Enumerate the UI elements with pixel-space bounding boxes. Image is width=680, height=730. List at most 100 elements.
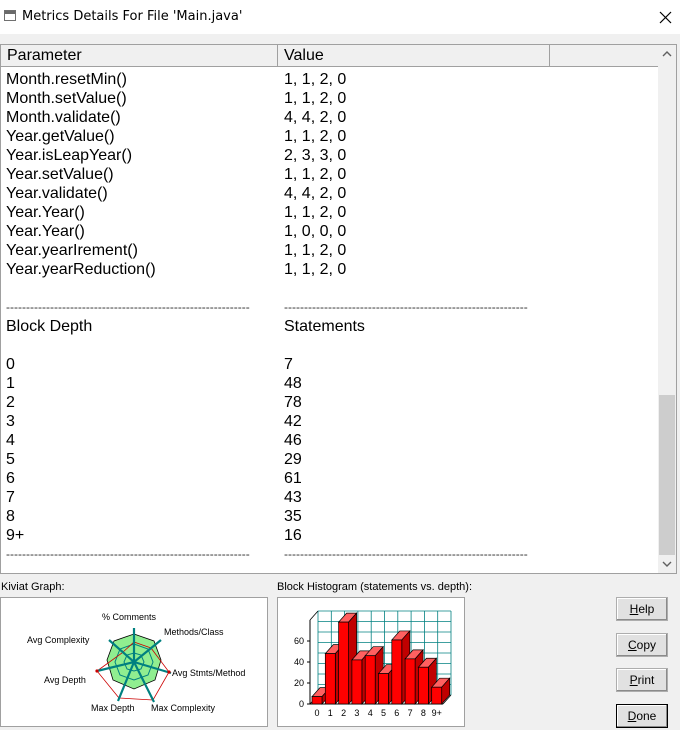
title-bar: Metrics Details For File 'Main.java' xyxy=(0,0,680,34)
close-button[interactable] xyxy=(650,3,680,31)
row-parameter: Year.setValue() xyxy=(6,166,114,183)
statement-count: 29 xyxy=(284,451,302,468)
kiviat-axis-label: Methods/Class xyxy=(164,627,224,637)
y-tick-label: 60 xyxy=(294,636,304,646)
list-row[interactable]: Month.setValue() 1, 1, 2, 0 xyxy=(1,89,656,108)
row-value: 1, 1, 2, 0 xyxy=(284,90,347,107)
list-row[interactable]: Year.isLeapYear() 2, 3, 3, 0 xyxy=(1,146,656,165)
list-row-block-header[interactable]: Block Depth Statements xyxy=(1,317,656,336)
list-row[interactable]: Month.resetMin() 1, 1, 2, 0 xyxy=(1,70,656,89)
statement-count: 48 xyxy=(284,375,302,392)
kiviat-point xyxy=(95,669,99,673)
row-parameter: Year.isLeapYear() xyxy=(6,147,133,164)
row-parameter: Month.setValue() xyxy=(6,90,127,107)
help-button-label: elp xyxy=(638,602,655,616)
vertical-scrollbar[interactable] xyxy=(658,45,676,573)
kiviat-axis-label: Max Depth xyxy=(91,703,135,713)
scroll-up-button[interactable] xyxy=(658,45,676,62)
list-row[interactable]: 5 29 xyxy=(1,450,656,469)
histogram-chart: 60402000 1 2 3 4 5 6 7 8 9+ xyxy=(294,610,452,718)
y-tick-label: 20 xyxy=(294,678,304,688)
bar xyxy=(364,655,376,705)
list-row-blank[interactable] xyxy=(1,279,656,298)
x-tick-label: 6 xyxy=(394,708,399,718)
kiviat-axis-label: Avg Complexity xyxy=(27,635,90,645)
statements-heading: Statements xyxy=(284,318,365,335)
column-header-value[interactable]: Value xyxy=(278,45,550,67)
row-parameter: Year.yearReduction() xyxy=(6,261,156,278)
list-row[interactable]: 2 78 xyxy=(1,393,656,412)
bar xyxy=(378,673,389,705)
list-row[interactable]: 1 48 xyxy=(1,374,656,393)
bar xyxy=(351,659,363,705)
statement-count: 78 xyxy=(284,394,302,411)
row-value: 1, 0, 0, 0 xyxy=(284,223,347,240)
help-button[interactable]: Help xyxy=(616,597,668,621)
kiviat-point xyxy=(167,670,171,674)
block-depth: 4 xyxy=(6,432,15,449)
list-row[interactable]: 6 61 xyxy=(1,469,656,488)
separator-text: ----------------------------------------… xyxy=(284,547,528,561)
list-row[interactable]: 8 35 xyxy=(1,507,656,526)
row-value: 2, 3, 3, 0 xyxy=(284,147,347,164)
x-tick-label: 5 xyxy=(381,708,386,718)
histogram-bars xyxy=(311,612,451,705)
statement-count: 35 xyxy=(284,508,302,525)
row-parameter: Year.Year() xyxy=(6,204,85,221)
list-row[interactable]: Year.validate() 4, 4, 2, 0 xyxy=(1,184,656,203)
block-depth: 3 xyxy=(6,413,15,430)
row-value: 1, 1, 2, 0 xyxy=(284,261,347,278)
row-value: 4, 4, 2, 0 xyxy=(284,109,347,126)
list-row[interactable]: Year.Year() 1, 0, 0, 0 xyxy=(1,222,656,241)
list-row[interactable]: 4 46 xyxy=(1,431,656,450)
x-tick-label: 0 xyxy=(314,708,319,718)
x-tick-label: 9+ xyxy=(432,708,442,718)
row-parameter: Month.resetMin() xyxy=(6,71,127,88)
window-icon xyxy=(4,10,16,21)
statement-count: 61 xyxy=(284,470,302,487)
print-hotkey: P xyxy=(629,673,638,687)
block-depth: 0 xyxy=(6,356,15,373)
list-row[interactable]: Year.getValue() 1, 1, 2, 0 xyxy=(1,127,656,146)
bar xyxy=(338,621,349,705)
copy-button[interactable]: Copy xyxy=(616,633,668,657)
column-header-parameter[interactable]: Parameter xyxy=(1,45,278,67)
list-row-blank[interactable] xyxy=(1,336,656,355)
statement-count: 7 xyxy=(284,356,293,373)
list-row[interactable]: Year.Year() 1, 1, 2, 0 xyxy=(1,203,656,222)
list-row[interactable]: Month.validate() 4, 4, 2, 0 xyxy=(1,108,656,127)
block-depth: 6 xyxy=(6,470,15,487)
print-button[interactable]: Print xyxy=(616,668,668,692)
bar xyxy=(418,666,429,705)
x-tick-label: 3 xyxy=(354,708,359,718)
list-row[interactable]: 7 43 xyxy=(1,488,656,507)
column-header-extra[interactable] xyxy=(550,45,659,67)
scroll-down-button[interactable] xyxy=(658,556,676,573)
list-row[interactable]: 3 42 xyxy=(1,412,656,431)
list-row-separator[interactable]: ----------------------------------------… xyxy=(1,545,656,564)
x-tick-label: 8 xyxy=(421,708,426,718)
block-depth-heading: Block Depth xyxy=(6,318,93,335)
done-hotkey: D xyxy=(627,709,637,723)
scroll-thumb[interactable] xyxy=(659,395,675,555)
list-row[interactable]: Year.setValue() 1, 1, 2, 0 xyxy=(1,165,656,184)
list-row-separator[interactable]: ----------------------------------------… xyxy=(1,298,656,317)
metrics-list[interactable]: Parameter Value Month.resetMin() 1, 1, 2,… xyxy=(0,44,677,574)
row-value: 1, 1, 2, 0 xyxy=(284,128,347,145)
list-row[interactable]: Year.yearReduction() 1, 1, 2, 0 xyxy=(1,260,656,279)
statement-count: 43 xyxy=(284,489,302,506)
list-header: Parameter Value xyxy=(1,45,659,67)
list-row[interactable]: 9+ 16 xyxy=(1,526,656,545)
row-parameter: Year.yearIrement() xyxy=(6,242,138,259)
copy-button-label: opy xyxy=(636,638,657,652)
list-row[interactable]: Year.yearIrement() 1, 1, 2, 0 xyxy=(1,241,656,260)
list-rows: Month.resetMin() 1, 1, 2, 0 Month.setValu… xyxy=(1,70,656,564)
done-button[interactable]: Done xyxy=(616,704,668,728)
list-row[interactable]: 07 xyxy=(1,355,656,374)
row-value: 4, 4, 2, 0 xyxy=(284,185,347,202)
row-parameter: Year.getValue() xyxy=(6,128,115,145)
block-depth: 2 xyxy=(6,394,15,411)
kiviat-chart: % Comments Methods/Class Avg Stmts/Metho… xyxy=(27,612,245,713)
row-value: 1, 1, 2, 0 xyxy=(284,166,347,183)
separator-text: ----------------------------------------… xyxy=(6,300,250,314)
